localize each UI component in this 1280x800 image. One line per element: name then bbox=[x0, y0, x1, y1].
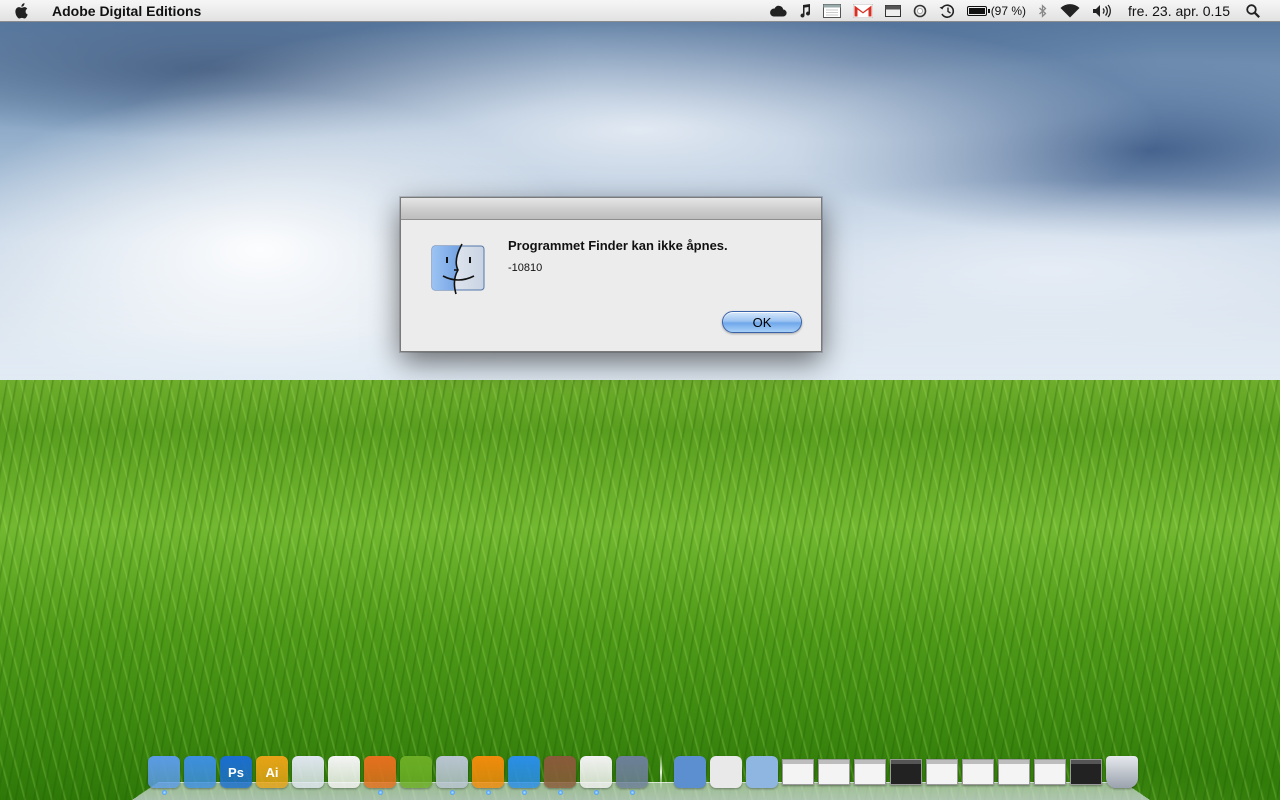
running-indicator bbox=[449, 790, 455, 795]
calendar-icon[interactable] bbox=[817, 0, 847, 22]
quicktime-icon[interactable] bbox=[508, 756, 540, 795]
dock-app-label: Ps bbox=[228, 764, 244, 780]
desktop-wallpaper bbox=[0, 0, 1280, 800]
preview-icon[interactable] bbox=[580, 756, 612, 795]
safari-icon[interactable] bbox=[184, 756, 216, 788]
running-indicator bbox=[557, 790, 563, 795]
dock-app-label: Ai bbox=[265, 764, 279, 780]
menu-bar: Adobe Digital Editions (97 %) fre. 23. a… bbox=[0, 0, 1280, 22]
status-menu-area: (97 %) fre. 23. apr. 0.15 bbox=[763, 0, 1280, 22]
menu-extra-icon[interactable] bbox=[879, 0, 907, 22]
window-thumbnail-icon[interactable] bbox=[1070, 759, 1102, 785]
window-thumbnail-icon[interactable] bbox=[926, 759, 958, 785]
book-icon[interactable] bbox=[544, 756, 576, 795]
gmail-icon[interactable] bbox=[328, 756, 360, 788]
alert-dialog: Programmet Finder kan ikke åpnes. -10810… bbox=[400, 197, 822, 352]
itunes-icon[interactable] bbox=[436, 756, 468, 795]
photoshop-icon[interactable]: Ps bbox=[220, 756, 252, 788]
dialog-title: Programmet Finder kan ikke åpnes. bbox=[508, 238, 728, 253]
spotify-icon[interactable] bbox=[400, 756, 432, 788]
window-thumbnail-titlebar bbox=[819, 760, 849, 764]
battery-percentage: (97 %) bbox=[990, 3, 1027, 18]
menu-clock[interactable]: fre. 23. apr. 0.15 bbox=[1118, 3, 1240, 19]
apple-menu[interactable] bbox=[0, 0, 44, 22]
cloud-icon[interactable] bbox=[763, 0, 793, 22]
battery-fill bbox=[968, 7, 985, 14]
dock-divider bbox=[660, 754, 662, 790]
calendar-icon[interactable] bbox=[292, 756, 324, 788]
running-indicator bbox=[161, 790, 167, 795]
wifi-icon[interactable] bbox=[1054, 0, 1086, 22]
illustrator-icon[interactable]: Ai bbox=[256, 756, 288, 788]
vlc-icon[interactable] bbox=[472, 756, 504, 795]
window-thumbnail-icon[interactable] bbox=[962, 759, 994, 785]
volume-icon[interactable] bbox=[1086, 0, 1118, 22]
window-thumbnail-icon[interactable] bbox=[818, 759, 850, 785]
window-thumbnail-icon[interactable] bbox=[998, 759, 1030, 785]
window-thumbnail-titlebar bbox=[855, 760, 885, 764]
apple-logo-icon bbox=[15, 2, 28, 19]
dock: Ps Ai bbox=[132, 750, 1150, 800]
window-thumbnail-icon[interactable] bbox=[890, 759, 922, 785]
finder-icon[interactable] bbox=[148, 756, 180, 795]
photos-icon[interactable] bbox=[616, 756, 648, 795]
running-indicator bbox=[485, 790, 491, 795]
window-thumbnail-icon[interactable] bbox=[782, 759, 814, 785]
dialog-titlebar[interactable] bbox=[401, 198, 821, 220]
window-thumbnail-icon[interactable] bbox=[1034, 759, 1066, 785]
finder-icon bbox=[430, 240, 486, 296]
spotlight-icon[interactable] bbox=[1240, 0, 1266, 22]
user-folder-icon[interactable] bbox=[674, 756, 706, 788]
document-icon[interactable] bbox=[710, 756, 742, 788]
music-note-icon[interactable] bbox=[793, 0, 817, 22]
bluetooth-icon[interactable] bbox=[1032, 0, 1054, 22]
grass-field bbox=[0, 380, 1280, 800]
time-machine-icon[interactable] bbox=[933, 0, 961, 22]
gmail-icon[interactable] bbox=[847, 0, 879, 22]
running-indicator bbox=[593, 790, 599, 795]
trash-icon[interactable] bbox=[1106, 756, 1138, 788]
sync-icon[interactable] bbox=[907, 0, 933, 22]
window-thumbnail-icon[interactable] bbox=[854, 759, 886, 785]
window-thumbnail-titlebar bbox=[963, 760, 993, 764]
running-indicator bbox=[629, 790, 635, 795]
folder-icon[interactable] bbox=[746, 756, 778, 788]
app-menu-title[interactable]: Adobe Digital Editions bbox=[44, 3, 201, 19]
dock-items: Ps Ai bbox=[148, 752, 1142, 795]
battery-status[interactable]: (97 %) bbox=[961, 0, 1032, 22]
window-thumbnail-titlebar bbox=[783, 760, 813, 764]
window-thumbnail-titlebar bbox=[1071, 760, 1101, 764]
firefox-icon[interactable] bbox=[364, 756, 396, 795]
window-thumbnail-titlebar bbox=[1035, 760, 1065, 764]
battery-icon bbox=[966, 5, 990, 16]
dialog-error-code: -10810 bbox=[508, 262, 543, 274]
window-thumbnail-titlebar bbox=[999, 760, 1029, 764]
running-indicator bbox=[377, 790, 383, 795]
running-indicator bbox=[521, 790, 527, 795]
ok-button[interactable]: OK bbox=[722, 311, 802, 333]
window-thumbnail-titlebar bbox=[927, 760, 957, 764]
window-thumbnail-titlebar bbox=[891, 760, 921, 764]
